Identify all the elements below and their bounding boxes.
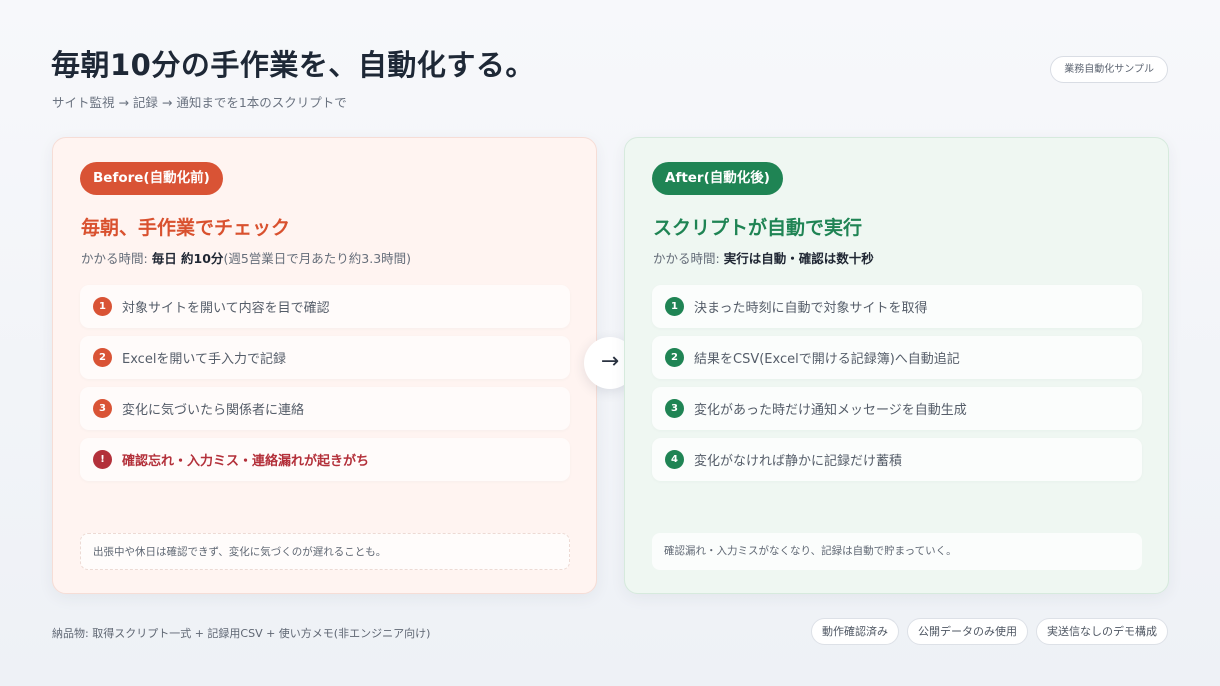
after-step-2: 2 結果をCSV(Excelで開ける記録簿)へ自動追記 <box>652 336 1142 379</box>
before-steps: 1 対象サイトを開いて内容を目で確認 2 Excelを開いて手入力で記録 3 変… <box>80 285 570 489</box>
page-subtitle: サイト監視 → 記録 → 通知までを1本のスクリプトで <box>52 95 347 110</box>
footer-tag: 実送信なしのデモ構成 <box>1036 618 1168 645</box>
step-number: 1 <box>93 297 112 316</box>
warning-icon: ! <box>93 450 112 469</box>
time-label: かかる時間: <box>81 251 152 266</box>
after-step-4: 4 変化がなければ静かに記録だけ蓄積 <box>652 438 1142 481</box>
time-note: (週5営業日で月あたり約3.3時間) <box>223 251 412 266</box>
before-time-line: かかる時間: 毎日 約10分(週5営業日で月あたり約3.3時間) <box>81 248 411 267</box>
after-note: 確認漏れ・入力ミスがなくなり、記録は自動で貯まっていく。 <box>652 533 1142 570</box>
after-time-line: かかる時間: 実行は自動・確認は数十秒 <box>653 248 874 267</box>
footer-tag: 動作確認済み <box>811 618 899 645</box>
step-number: 2 <box>665 348 684 367</box>
page-title: 毎朝10分の手作業を、自動化する。 <box>51 48 535 82</box>
after-panel: After(自動化後) スクリプトが自動で実行 かかる時間: 実行は自動・確認は… <box>624 137 1169 594</box>
after-heading: スクリプトが自動で実行 <box>653 217 863 239</box>
after-step-3: 3 変化があった時だけ通知メッセージを自動生成 <box>652 387 1142 430</box>
step-text: Excelを開いて手入力で記録 <box>122 352 287 367</box>
before-step-2: 2 Excelを開いて手入力で記録 <box>80 336 570 379</box>
after-steps: 1 決まった時刻に自動で対象サイトを取得 2 結果をCSV(Excelで開ける記… <box>652 285 1142 489</box>
category-tag: 業務自動化サンプル <box>1050 56 1168 83</box>
before-panel: Before(自動化前) 毎朝、手作業でチェック かかる時間: 毎日 約10分(… <box>52 137 597 594</box>
step-number: 2 <box>93 348 112 367</box>
before-step-3: 3 変化に気づいたら関係者に連絡 <box>80 387 570 430</box>
step-number: 3 <box>93 399 112 418</box>
before-note: 出張中や休日は確認できず、変化に気づくのが遅れることも。 <box>80 533 570 570</box>
step-text: 変化に気づいたら関係者に連絡 <box>122 403 305 418</box>
step-text: 結果をCSV(Excelで開ける記録簿)へ自動追記 <box>694 352 960 367</box>
step-number: 1 <box>665 297 684 316</box>
after-badge: After(自動化後) <box>652 162 783 195</box>
before-warning: ! 確認忘れ・入力ミス・連絡漏れが起きがち <box>80 438 570 481</box>
deliverables-text: 納品物: 取得スクリプト一式 + 記録用CSV + 使い方メモ(非エンジニア向け… <box>52 627 431 640</box>
before-heading: 毎朝、手作業でチェック <box>81 217 291 239</box>
time-value: 毎日 約10分 <box>151 251 224 266</box>
warning-text: 確認忘れ・入力ミス・連絡漏れが起きがち <box>122 454 370 469</box>
step-text: 決まった時刻に自動で対象サイトを取得 <box>694 301 928 316</box>
step-number: 4 <box>665 450 684 469</box>
time-label: かかる時間: <box>653 251 724 266</box>
time-value: 実行は自動・確認は数十秒 <box>723 251 874 266</box>
step-text: 対象サイトを開いて内容を目で確認 <box>122 301 330 316</box>
step-text: 変化があった時だけ通知メッセージを自動生成 <box>694 403 967 418</box>
step-number: 3 <box>665 399 684 418</box>
before-badge: Before(自動化前) <box>80 162 223 195</box>
step-text: 変化がなければ静かに記録だけ蓄積 <box>694 454 903 469</box>
before-step-1: 1 対象サイトを開いて内容を目で確認 <box>80 285 570 328</box>
footer-tag: 公開データのみ使用 <box>907 618 1028 645</box>
footer-tags: 動作確認済み 公開データのみ使用 実送信なしのデモ構成 <box>811 618 1168 645</box>
after-step-1: 1 決まった時刻に自動で対象サイトを取得 <box>652 285 1142 328</box>
